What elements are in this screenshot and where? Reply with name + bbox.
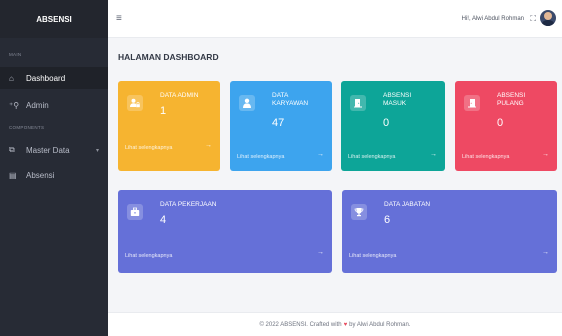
card-data-karyawan[interactable]: DATA KARYAWAN 47 Lihat selengkapnya → bbox=[230, 81, 332, 171]
card-label-line2: PULANG bbox=[497, 100, 524, 107]
sidebar-item-absensi[interactable]: ▤ Absensi bbox=[0, 164, 108, 186]
user-icon bbox=[239, 95, 255, 111]
card-label-line1: DATA bbox=[272, 92, 289, 99]
briefcase-icon bbox=[127, 204, 143, 220]
sidebar-item-label: Dashboard bbox=[26, 73, 66, 83]
heart-icon: ♥ bbox=[343, 321, 348, 328]
user-lock-icon bbox=[127, 95, 143, 111]
arrow-right-icon[interactable]: → bbox=[205, 142, 212, 149]
card-label-line1: ABSENSI bbox=[497, 92, 526, 99]
avatar-body bbox=[542, 20, 554, 26]
card-value: 47 bbox=[272, 117, 285, 129]
arrow-right-icon[interactable]: → bbox=[317, 151, 324, 158]
card-data-jabatan[interactable]: DATA JABATAN 6 Lihat selengkapnya → bbox=[342, 190, 557, 273]
arrow-right-icon[interactable]: → bbox=[542, 151, 549, 158]
footer: © 2022 ABSENSI. Crafted with ♥ by Alwi A… bbox=[108, 312, 562, 336]
sidebar-item-label: Admin bbox=[26, 100, 49, 110]
chevron-down-icon: ▾ bbox=[95, 147, 99, 154]
section-main-label: MAIN bbox=[9, 52, 22, 57]
footer-prefix: © 2022 ABSENSI. Crafted with bbox=[259, 321, 342, 328]
topbar: ≡ Hi!, Alwi Abdul Rohman ⛶ bbox=[108, 0, 562, 38]
user-plus-icon: ⁺⚲ bbox=[9, 100, 20, 110]
avatar-face bbox=[544, 12, 552, 20]
card-value: 4 bbox=[160, 214, 167, 226]
fullscreen-icon[interactable]: ⛶ bbox=[530, 14, 536, 24]
card-data-pekerjaan[interactable]: DATA PEKERJAAN 4 Lihat selengkapnya → bbox=[118, 190, 332, 273]
door-out-icon bbox=[464, 95, 480, 111]
home-icon: ⌂ bbox=[9, 73, 14, 83]
calendar-icon: ▤ bbox=[9, 170, 17, 180]
sidebar-item-admin[interactable]: ⁺⚲ Admin bbox=[0, 94, 108, 116]
card-value: 0 bbox=[497, 117, 504, 129]
sidebar-item-master-data[interactable]: ⧉ Master Data ▾ bbox=[0, 139, 108, 161]
avatar[interactable] bbox=[540, 10, 556, 26]
card-more-link[interactable]: Lihat selengkapnya bbox=[237, 154, 284, 160]
card-label-line1: ABSENSI bbox=[383, 92, 412, 99]
card-value: 0 bbox=[383, 117, 390, 129]
card-data-admin[interactable]: DATA ADMIN 1 Lihat selengkapnya → bbox=[118, 81, 220, 171]
card-label: DATA ADMIN bbox=[160, 92, 199, 99]
card-absensi-pulang[interactable]: ABSENSI PULANG 0 Lihat selengkapnya → bbox=[455, 81, 557, 171]
card-label-line2: MASUK bbox=[383, 100, 407, 107]
footer-suffix: by Alwi Abdul Rohman. bbox=[349, 321, 411, 328]
sidebar: ABSENSI MAIN ⌂ Dashboard ⁺⚲ Admin COMPON… bbox=[0, 0, 108, 336]
page-title: HALAMAN DASHBOARD bbox=[118, 52, 219, 62]
card-absensi-masuk[interactable]: ABSENSI MASUK 0 Lihat selengkapnya → bbox=[341, 81, 445, 171]
sidebar-item-dashboard[interactable]: ⌂ Dashboard bbox=[0, 67, 108, 89]
card-value: 6 bbox=[384, 214, 391, 226]
brand-logo[interactable]: ABSENSI bbox=[0, 0, 108, 38]
hamburger-icon[interactable]: ≡ bbox=[116, 13, 122, 24]
card-value: 1 bbox=[160, 105, 167, 117]
user-greeting[interactable]: Hi!, Alwi Abdul Rohman bbox=[462, 16, 524, 22]
card-more-link[interactable]: Lihat selengkapnya bbox=[349, 253, 396, 259]
card-more-link[interactable]: Lihat selengkapnya bbox=[125, 253, 172, 259]
card-label: DATA JABATAN bbox=[384, 201, 431, 208]
card-more-link[interactable]: Lihat selengkapnya bbox=[348, 154, 395, 160]
arrow-right-icon[interactable]: → bbox=[430, 151, 437, 158]
sidebar-item-label: Absensi bbox=[26, 170, 55, 180]
card-label: DATA PEKERJAAN bbox=[160, 201, 217, 208]
door-in-icon bbox=[350, 95, 366, 111]
sidebar-item-label: Master Data bbox=[26, 145, 70, 155]
arrow-right-icon[interactable]: → bbox=[542, 249, 549, 256]
section-components-label: COMPONENTS bbox=[9, 125, 45, 130]
card-more-link[interactable]: Lihat selengkapnya bbox=[125, 145, 172, 151]
card-more-link[interactable]: Lihat selengkapnya bbox=[462, 154, 509, 160]
card-label-line2: KARYAWAN bbox=[272, 100, 309, 107]
arrow-right-icon[interactable]: → bbox=[317, 249, 324, 256]
trophy-icon bbox=[351, 204, 367, 220]
copy-icon: ⧉ bbox=[9, 145, 15, 154]
